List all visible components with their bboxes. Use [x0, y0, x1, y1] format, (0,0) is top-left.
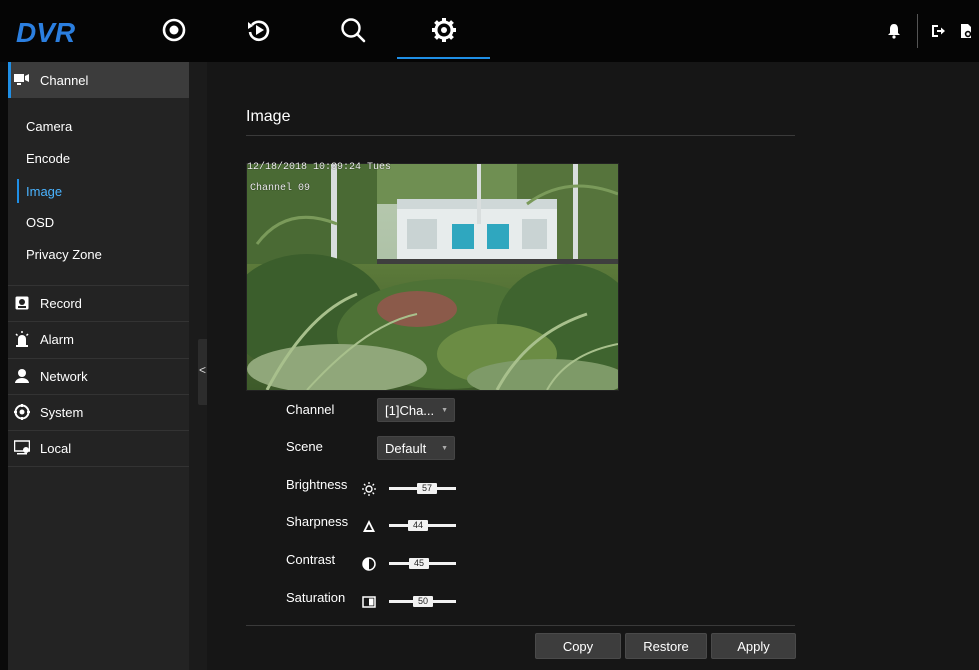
copy-button[interactable]: Copy [535, 633, 621, 659]
saturation-label: Saturation [286, 590, 346, 605]
record-icon [14, 295, 30, 311]
nav-settings-button[interactable] [424, 10, 464, 50]
sidebar-item-osd[interactable]: OSD [26, 213, 54, 233]
channel-select-value: [1]Cha... [385, 403, 435, 418]
sidebar-group-label: Network [40, 368, 88, 384]
active-nav-indicator [397, 57, 490, 59]
topbar-separator [917, 14, 918, 48]
channel-label: Channel [286, 402, 335, 417]
camera-scene-image [247, 164, 618, 390]
saturation-slider-thumb[interactable]: 50 [413, 596, 433, 607]
contrast-slider-thumb[interactable]: 45 [409, 558, 429, 569]
sidebar-group-local[interactable]: Local [8, 430, 189, 466]
logo-text: DVR [16, 17, 76, 48]
contrast-label: Contrast [286, 552, 336, 567]
sidebar-group-label: Alarm [40, 331, 74, 347]
footer-divider [246, 625, 795, 626]
saturation-icon [362, 595, 376, 609]
sidebar-group-system[interactable]: System [8, 394, 189, 430]
dvr-logo: DVR [16, 17, 76, 48]
network-icon [14, 368, 30, 384]
osd-channel-name: Channel 09 [250, 183, 311, 194]
restore-button[interactable]: Restore [625, 633, 707, 659]
sidebar-item-privacy-zone[interactable]: Privacy Zone [26, 245, 102, 265]
channel-icon [14, 72, 30, 88]
brightness-icon [362, 482, 376, 496]
sidebar-item-image[interactable]: Image [26, 182, 62, 202]
sidebar-divider [8, 466, 189, 467]
nav-playback-button[interactable] [239, 10, 279, 50]
system-icon [14, 404, 30, 420]
scene-label: Scene [286, 439, 323, 454]
brightness-slider-thumb[interactable]: 57 [417, 483, 437, 494]
title-divider [246, 135, 795, 136]
sidebar-group-label: Local [40, 440, 72, 456]
sharpness-icon [362, 519, 376, 533]
brightness-slider[interactable]: 57 [389, 483, 456, 494]
help-button[interactable] [957, 22, 975, 40]
channel-select[interactable]: [1]Cha... ▼ [377, 398, 455, 422]
sidebar-group-label: Record [40, 295, 82, 311]
apply-button[interactable]: Apply [711, 633, 796, 659]
contrast-slider[interactable]: 45 [389, 558, 456, 569]
saturation-slider[interactable]: 50 [389, 596, 456, 607]
playback-icon [248, 20, 270, 42]
help-document-icon [961, 24, 972, 38]
nav-live-view-button[interactable] [154, 10, 194, 50]
sidebar-group-channel[interactable]: Channel [8, 62, 189, 98]
sharpness-label: Sharpness [286, 514, 349, 529]
sidebar-group-label: System [40, 404, 84, 420]
search-icon [341, 18, 366, 43]
sidebar-group-label: Channel [40, 72, 89, 88]
sidebar-group-alarm[interactable]: Alarm [8, 321, 189, 357]
contrast-icon [362, 557, 376, 571]
scene-select-value: Default [385, 441, 427, 456]
camera-preview [246, 163, 619, 391]
sidebar-group-network[interactable]: Network [8, 358, 189, 394]
chevron-down-icon: ▼ [441, 407, 448, 414]
active-subitem-indicator [17, 179, 19, 203]
sharpness-slider-thumb[interactable]: 44 [408, 520, 428, 531]
record-circle-icon [162, 18, 186, 42]
brightness-label: Brightness [286, 477, 348, 492]
left-edge-strip [0, 62, 8, 670]
sidebar-item-camera[interactable]: Camera [26, 117, 72, 137]
logout-icon [932, 25, 945, 37]
logout-button[interactable] [929, 22, 947, 40]
notification-button[interactable] [885, 22, 903, 40]
top-bar: DVR [0, 0, 979, 62]
scene-select[interactable]: Default ▼ [377, 436, 455, 460]
gear-icon [432, 18, 456, 42]
bell-icon [888, 24, 900, 39]
chevron-down-icon: ▼ [441, 445, 448, 452]
sidebar-item-encode[interactable]: Encode [26, 149, 70, 169]
chevron-left-icon: < [199, 363, 207, 377]
nav-search-button[interactable] [333, 10, 373, 50]
alarm-icon [14, 331, 30, 347]
osd-timestamp: 12/18/2018 10:39:24 Tues [247, 162, 392, 173]
sidebar-group-record[interactable]: Record [8, 285, 189, 321]
sharpness-slider[interactable]: 44 [389, 520, 456, 531]
page-title: Image [246, 108, 291, 125]
local-icon [14, 440, 30, 456]
